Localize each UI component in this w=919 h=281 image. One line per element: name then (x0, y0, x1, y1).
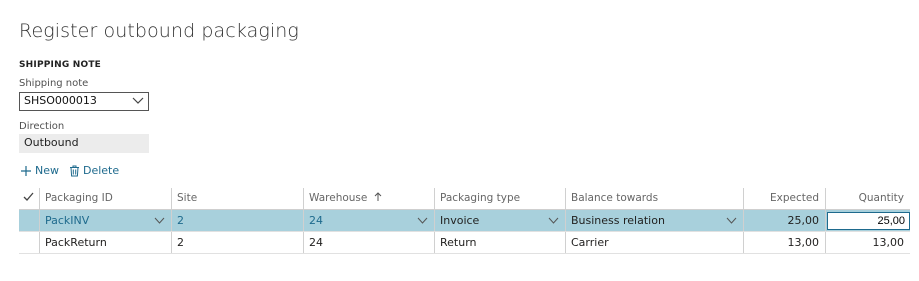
site-cell[interactable]: 2 (171, 210, 303, 231)
page-title: Register outbound packaging (19, 20, 299, 42)
site-cell[interactable]: 2 (171, 232, 303, 253)
column-header-warehouse-label: Warehouse (309, 192, 368, 204)
chevron-down-icon[interactable] (154, 215, 165, 226)
trash-icon (70, 165, 79, 176)
quantity-cell[interactable]: 13,00 (825, 232, 910, 253)
chevron-down-icon[interactable] (548, 215, 559, 226)
warehouse-cell[interactable]: 24 (303, 210, 434, 231)
chevron-down-icon[interactable] (417, 215, 428, 226)
shipping-note-section-heading: SHIPPING NOTE (19, 60, 102, 70)
checkmark-icon (23, 192, 34, 201)
column-header-quantity[interactable]: Quantity (825, 188, 910, 209)
column-header-packaging-type[interactable]: Packaging type (434, 188, 565, 209)
column-header-packaging-id[interactable]: Packaging ID (39, 188, 171, 209)
balance-towards-cell[interactable]: Business relation (565, 210, 743, 231)
grid-header-row: Packaging ID Site Warehouse Packaging ty… (19, 188, 910, 210)
expected-cell: 25,00 (787, 214, 820, 227)
warehouse-value: 24 (309, 214, 323, 227)
direction-field: Outbound (19, 134, 149, 153)
packaging-type-cell[interactable]: Invoice (434, 210, 565, 231)
quantity-input[interactable] (827, 212, 910, 230)
delete-button[interactable]: Delete (69, 164, 119, 177)
direction-label: Direction (19, 121, 65, 132)
select-all-check[interactable] (19, 188, 39, 209)
row-select[interactable] (19, 210, 39, 231)
packaging-id-cell[interactable]: PackINV (39, 210, 171, 231)
chevron-down-icon[interactable] (132, 94, 144, 108)
column-header-site[interactable]: Site (171, 188, 303, 209)
new-button[interactable]: New (20, 164, 59, 177)
balance-towards-cell[interactable]: Carrier (565, 232, 743, 253)
column-header-warehouse[interactable]: Warehouse (303, 188, 434, 209)
warehouse-cell[interactable]: 24 (303, 232, 434, 253)
shipping-note-value: SHSO000013 (24, 94, 97, 107)
row-select[interactable] (19, 232, 39, 253)
arrow-up-icon (374, 192, 382, 201)
new-button-label: New (35, 164, 59, 177)
balance-towards-value: Business relation (571, 214, 665, 227)
plus-icon (21, 165, 31, 176)
shipping-note-label: Shipping note (19, 78, 89, 89)
table-row[interactable]: PackINV 2 24 Invoice Business relation 2… (19, 210, 910, 232)
packaging-type-cell[interactable]: Return (434, 232, 565, 253)
column-header-balance-towards[interactable]: Balance towards (565, 188, 743, 209)
packaging-id-value: PackINV (45, 214, 90, 227)
delete-button-label: Delete (83, 164, 120, 177)
packaging-id-cell[interactable]: PackReturn (39, 232, 171, 253)
action-bar: New Delete (20, 164, 119, 177)
column-header-expected[interactable]: Expected (743, 188, 825, 209)
table-row[interactable]: PackReturn 2 24 Return Carrier 13,00 13,… (19, 232, 910, 254)
chevron-down-icon[interactable] (726, 215, 737, 226)
packaging-grid: Packaging ID Site Warehouse Packaging ty… (19, 188, 910, 254)
packaging-type-value: Invoice (440, 214, 480, 227)
shipping-note-select[interactable]: SHSO000013 (19, 92, 149, 111)
expected-cell: 13,00 (787, 236, 820, 249)
